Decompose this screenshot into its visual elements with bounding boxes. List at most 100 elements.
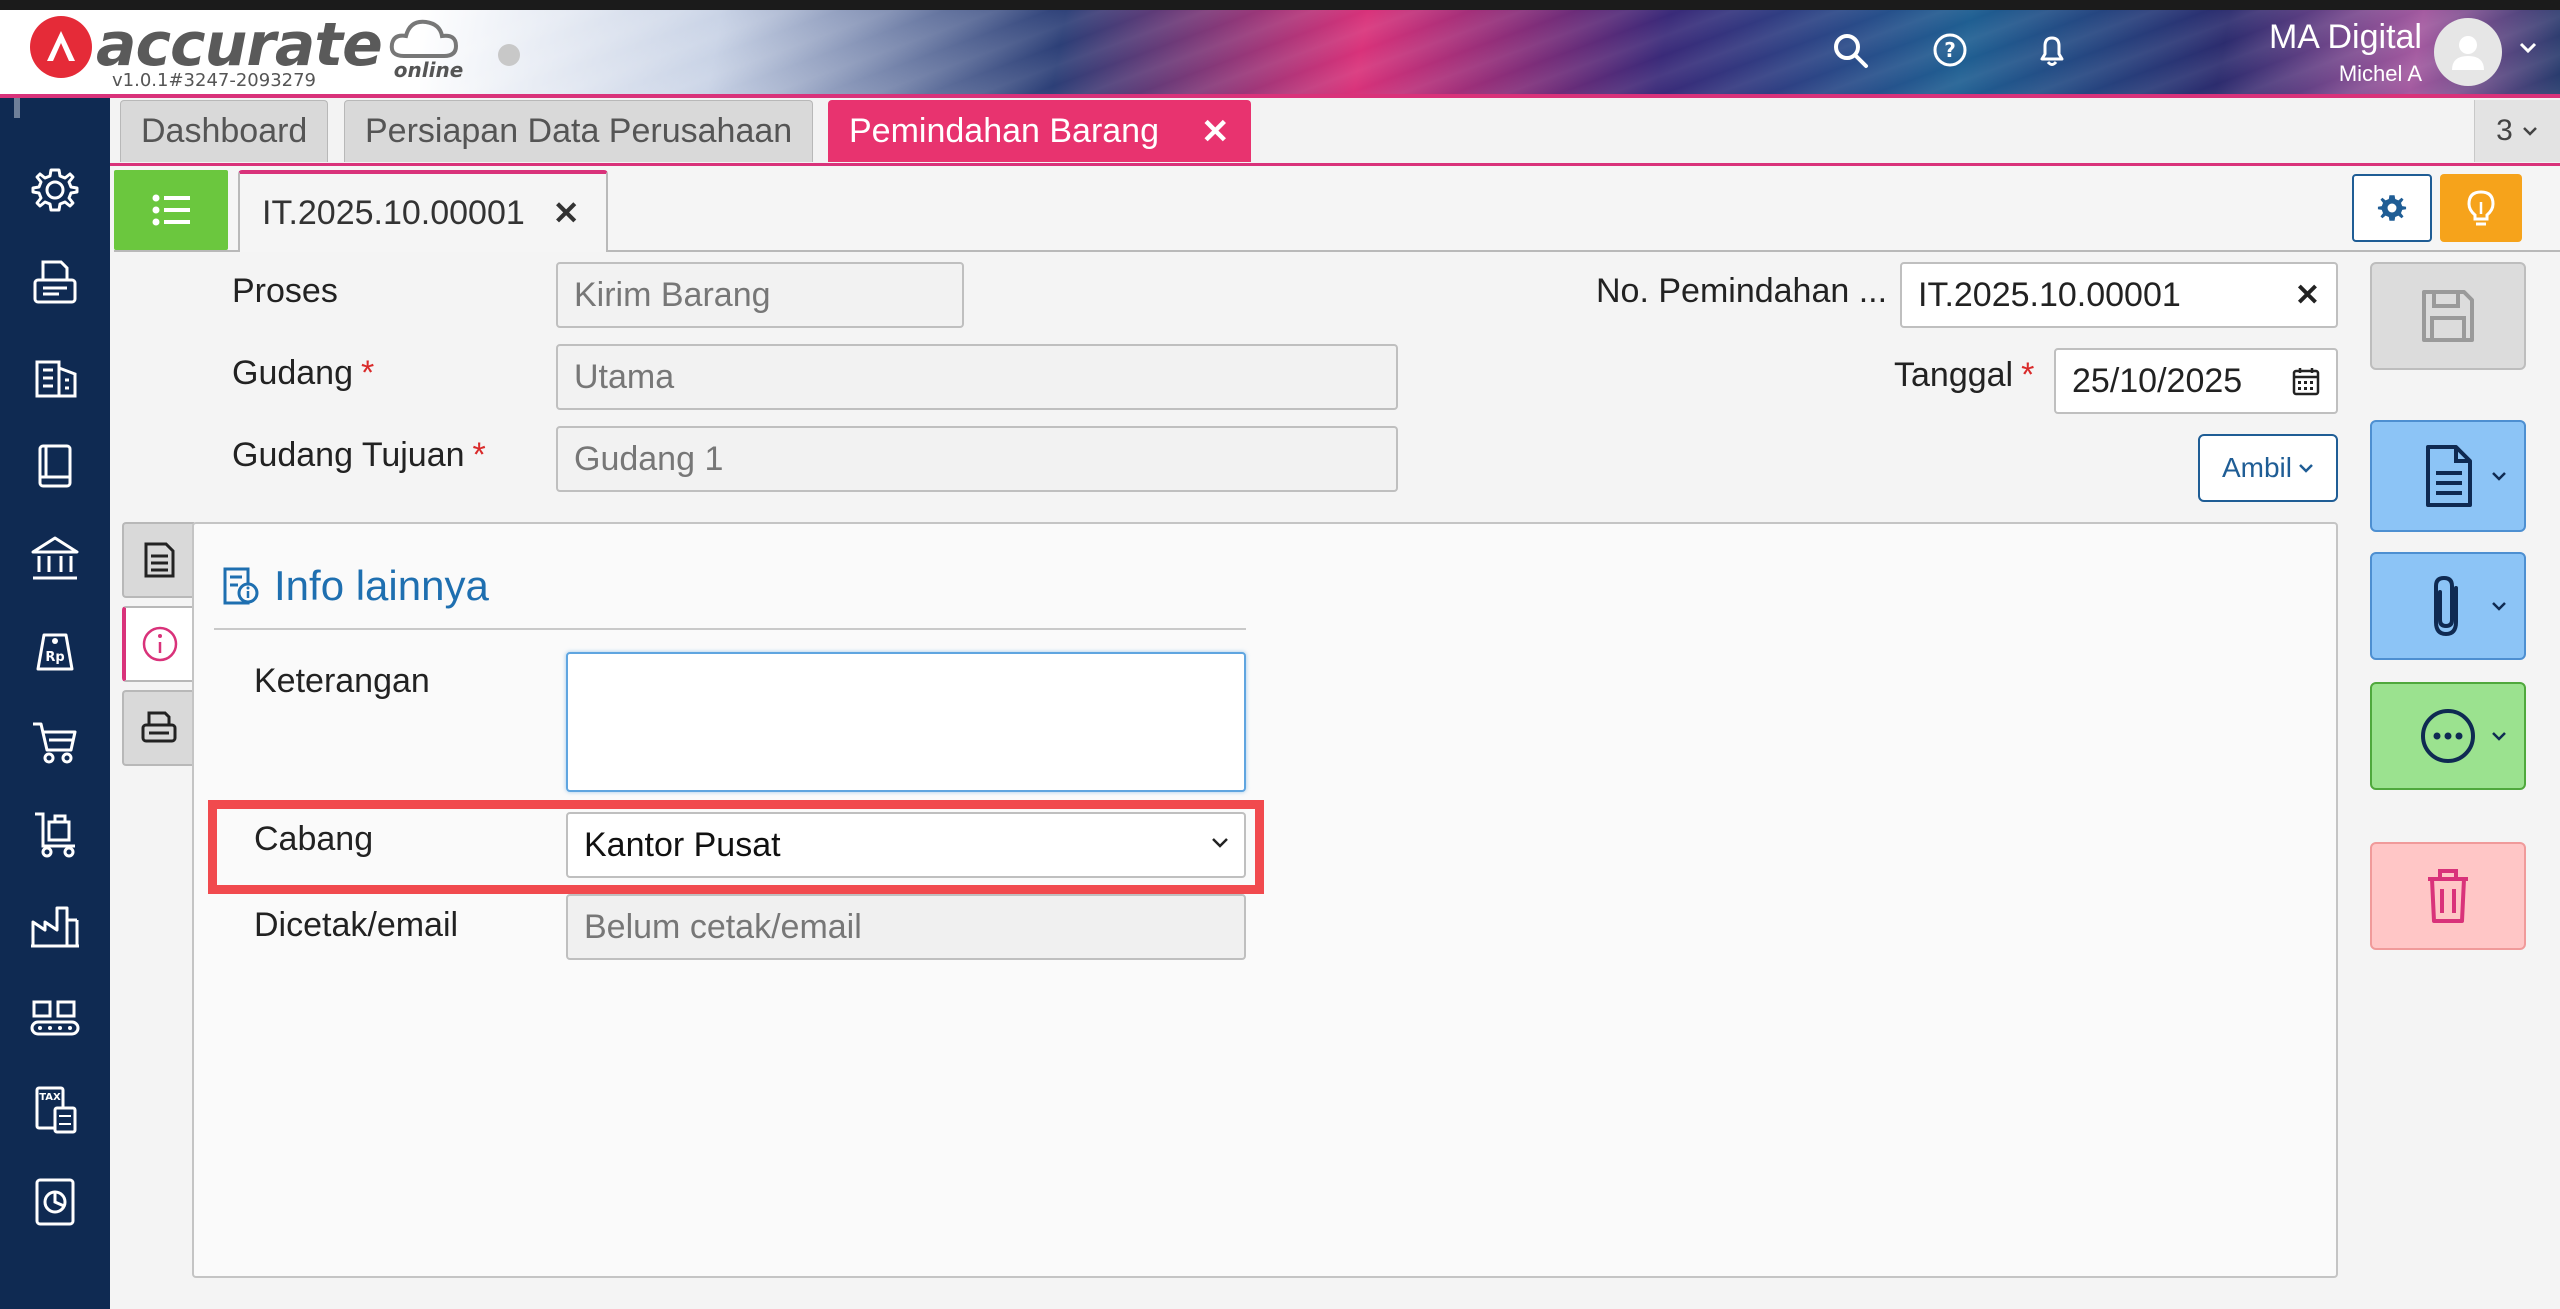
search-icon[interactable]: [1828, 28, 1872, 72]
cloud-icon: online: [388, 16, 468, 82]
gudang-tujuan-value: Gudang 1: [574, 439, 724, 478]
no-pemindahan-value: IT.2025.10.00001: [1918, 275, 2181, 314]
logo-text: accurate: [96, 10, 383, 80]
tab-dashboard[interactable]: Dashboard: [120, 100, 329, 162]
list-view-button[interactable]: [114, 170, 228, 250]
sidebar-item-inventory[interactable]: [25, 804, 85, 864]
close-icon[interactable]: ✕: [553, 194, 580, 232]
main-tabs: Dashboard Persiapan Data Perusahaan Pemi…: [110, 98, 2560, 166]
more-actions-button[interactable]: [2370, 682, 2526, 790]
app-header: accurate online v1.0.1#3247-2093279 ? MA…: [0, 0, 2560, 98]
dicetak-field: Belum cetak/email: [566, 894, 1246, 960]
required-mark: *: [361, 354, 375, 392]
section-title: Info lainnya: [220, 562, 489, 610]
clear-icon[interactable]: ✕: [2295, 278, 2320, 313]
chevron-down-icon: [2492, 732, 2506, 741]
info-lainnya-panel: Info lainnya Keterangan Cabang Kantor Pu…: [192, 522, 2338, 1278]
no-pemindahan-input[interactable]: IT.2025.10.00001 ✕: [1900, 262, 2338, 328]
logo-online-label: online: [393, 58, 464, 82]
sidebar-item-reports[interactable]: [25, 1172, 85, 1232]
tab-label: Dashboard: [141, 112, 308, 150]
ambil-label: Ambil: [2221, 452, 2292, 483]
dicetak-placeholder: Belum cetak/email: [584, 907, 862, 946]
keterangan-textarea[interactable]: [566, 652, 1246, 792]
tabs-count: 3: [2496, 114, 2513, 147]
tips-button[interactable]: [2440, 174, 2522, 242]
help-icon[interactable]: ?: [1928, 28, 1972, 72]
chevron-down-icon: [2492, 602, 2506, 611]
keterangan-label: Keterangan: [254, 662, 430, 700]
save-button[interactable]: [2370, 262, 2526, 370]
ambil-button[interactable]: Ambil: [2198, 434, 2338, 502]
cabang-value: Kantor Pusat: [584, 825, 781, 864]
doc-tab-current[interactable]: IT.2025.10.00001 ✕: [238, 170, 608, 252]
cabang-select[interactable]: Kantor Pusat: [566, 812, 1246, 878]
tab-pemindahan-barang[interactable]: Pemindahan Barang ✕: [828, 100, 1251, 162]
sidebar-item-bank[interactable]: [25, 528, 85, 588]
svg-text:?: ?: [1944, 38, 1956, 62]
document-icon: [144, 542, 175, 578]
cabang-label: Cabang: [254, 820, 374, 858]
tab-persiapan-data[interactable]: Persiapan Data Perusahaan: [344, 100, 814, 162]
building-icon: [35, 360, 77, 398]
settings-button[interactable]: [2352, 174, 2432, 242]
bell-icon[interactable]: [2030, 28, 2074, 72]
calendar-icon[interactable]: [2292, 366, 2320, 404]
chevron-down-icon: [1212, 838, 1228, 848]
required-mark: *: [2021, 356, 2035, 394]
status-dot: [498, 44, 520, 66]
gudang-tujuan-label: Gudang Tujuan *: [232, 436, 486, 474]
main-sidebar: Rp TAX: [0, 98, 110, 1309]
version-label: v1.0.1#3247-2093279: [112, 70, 317, 91]
book-icon: [38, 444, 72, 488]
tab-info-lainnya[interactable]: [122, 606, 194, 682]
conveyor-icon: [30, 1000, 80, 1036]
attachment-button[interactable]: [2370, 552, 2526, 660]
tab-label: Persiapan Data Perusahaan: [365, 112, 793, 150]
no-pemindahan-label: No. Pemindahan ...: [1596, 272, 1888, 310]
proses-field: Kirim Barang: [556, 262, 964, 328]
tanggal-input[interactable]: 25/10/2025: [2054, 348, 2338, 414]
section-divider: [214, 628, 1246, 630]
fax-icon: [33, 260, 77, 304]
sidebar-item-tax[interactable]: TAX: [25, 1080, 85, 1140]
header-banner-overlay: [420, 10, 2560, 96]
user-name: Michel A: [2338, 61, 2422, 86]
company-name: MA Digital: [2268, 18, 2422, 56]
avatar[interactable]: [2434, 18, 2502, 86]
trash-icon: [2428, 869, 2468, 923]
tab-detail-items[interactable]: [122, 522, 194, 598]
trolley-icon: [35, 812, 75, 858]
section-title-text: Info lainnya: [274, 562, 489, 609]
logo-mark-icon: [30, 16, 92, 78]
document-tabs: IT.2025.10.00001 ✕: [114, 166, 2560, 252]
tab-label: Pemindahan Barang: [849, 112, 1160, 150]
sidebar-item-settings[interactable]: [25, 160, 85, 220]
report-icon: [35, 1178, 75, 1226]
sidebar-item-sales[interactable]: Rp: [25, 620, 85, 680]
sidebar-item-assets[interactable]: [25, 988, 85, 1048]
top-strip: [0, 0, 2560, 10]
print-document-button[interactable]: [2370, 420, 2526, 532]
save-icon: [2422, 290, 2474, 342]
more-icon: [2421, 709, 2475, 763]
gear-icon: [2377, 195, 2407, 221]
sidebar-item-production[interactable]: [25, 896, 85, 956]
svg-text:Rp: Rp: [45, 650, 64, 665]
tax-icon: TAX: [35, 1086, 77, 1134]
sidebar-item-ledger[interactable]: [25, 436, 85, 496]
delete-button[interactable]: [2370, 842, 2526, 950]
tabs-overflow-dropdown[interactable]: 3: [2474, 100, 2560, 162]
chevron-down-icon[interactable]: [2518, 40, 2538, 59]
tab-print-options[interactable]: [122, 690, 194, 766]
proses-label: Proses: [232, 272, 338, 310]
gudang-tujuan-field: Gudang 1: [556, 426, 1398, 492]
sidebar-item-purchase[interactable]: [25, 712, 85, 772]
sidebar-item-fax[interactable]: [25, 252, 85, 312]
paperclip-icon: [2434, 575, 2458, 637]
gudang-value: Utama: [574, 357, 675, 396]
sidebar-item-company[interactable]: [25, 344, 85, 404]
chevron-down-icon: [2522, 127, 2537, 136]
company-info[interactable]: MA Digital Michel A: [2269, 18, 2422, 87]
close-icon[interactable]: ✕: [1201, 112, 1230, 152]
